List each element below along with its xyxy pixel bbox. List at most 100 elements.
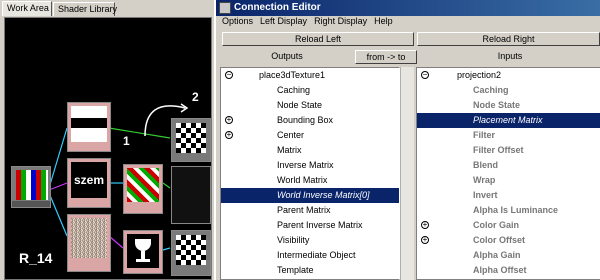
attribute-label: Bounding Box [277,115,334,125]
attribute-row[interactable]: Invert [417,188,600,203]
menu-right-display[interactable]: Right Display [314,16,367,30]
attribute-label: Wrap [473,175,496,185]
attribute-row[interactable]: World Matrix [221,173,399,188]
maya-logo-icon [219,2,231,14]
collapse-icon[interactable]: − [421,71,429,79]
node-name-row[interactable]: − place3dTexture1 [221,68,399,83]
from-to-button[interactable]: from -> to [355,50,417,64]
expand-icon[interactable]: + [225,131,233,139]
expand-icon[interactable]: + [421,236,429,244]
attribute-label: Inverse Matrix [277,160,334,170]
hypershade-panel: Work Area Shader Library szem 1 2 R_14 [0,0,214,280]
collapse-icon[interactable]: − [225,71,233,79]
attribute-row[interactable]: Caching [221,83,399,98]
attribute-label: Center [277,130,305,140]
attribute-label: Filter [473,130,496,140]
attribute-row[interactable]: + Color Gain [417,218,600,233]
attribute-row[interactable]: Wrap [417,173,600,188]
attribute-row[interactable]: Alpha Offset [417,263,600,278]
attribute-row[interactable]: Blend [417,158,600,173]
menu-left-display[interactable]: Left Display [260,16,307,30]
attribute-row[interactable]: Filter [417,128,600,143]
attribute-label: Alpha Is Luminance [473,205,559,215]
outputs-header: Outputs [271,51,303,61]
attribute-label: Caching [473,85,509,95]
menu-help[interactable]: Help [374,16,393,30]
attribute-row[interactable]: Visibility [221,233,399,248]
work-area-canvas[interactable]: szem 1 2 R_14 [4,17,212,280]
attribute-label: World Matrix [277,175,328,185]
attribute-label: Caching [277,85,311,95]
cube-projection-swatch [127,168,159,202]
attribute-row[interactable]: Node State [221,98,399,113]
projection-node[interactable] [123,164,163,214]
menu-bar: Options Left Display Right Display Help [216,16,600,30]
connection-line [48,127,68,189]
connection-line [108,127,171,139]
attribute-row[interactable]: Caching [417,83,600,98]
reload-left-button[interactable]: Reload Left [222,32,414,46]
attribute-label: Color Gain [473,220,520,230]
title-bar: Connection Editor [216,0,600,16]
inputs-list[interactable]: − projection2 Caching Node State Placement M… [416,67,600,280]
attribute-row[interactable]: + Color Offset [417,233,600,248]
node-name-row[interactable]: − projection2 [417,68,600,83]
attribute-label: Alpha Gain [473,250,521,260]
szem-swatch: szem [71,162,107,198]
attribute-label: Alpha Offset [473,265,527,275]
tab-shader-library[interactable]: Shader Library [53,2,117,16]
attribute-label: Intermediate Object [277,250,356,260]
attribute-row[interactable]: Parent Matrix [221,203,399,218]
attribute-label: Color Offset [473,235,526,245]
connection-line [48,192,68,237]
attribute-label: Template [277,265,314,275]
szem-file-node[interactable]: szem [67,158,111,208]
attribute-label: World Inverse Matrix[0] [277,190,370,200]
attribute-row[interactable]: Template [221,263,399,278]
black-bar-node[interactable] [67,102,111,152]
attribute-row[interactable]: Alpha Is Luminance [417,203,600,218]
reload-right-button[interactable]: Reload Right [417,32,600,46]
attribute-label: Visibility [277,235,310,245]
step-number-1: 1 [123,134,130,148]
attribute-label: place3dTexture1 [259,70,326,80]
goblet-swatch [127,234,159,268]
attribute-row[interactable]: World Inverse Matrix[0] [221,188,399,203]
attribute-row[interactable]: Alpha Gain [417,248,600,263]
attribute-row[interactable]: Parent Inverse Matrix [221,218,399,233]
attribute-row[interactable]: Placement Matrix [417,113,600,128]
attribute-row[interactable]: + Bounding Box [221,113,399,128]
attribute-row[interactable]: Node State [417,98,600,113]
ramp-node[interactable] [11,166,51,208]
expand-icon[interactable]: + [225,116,233,124]
attribute-label: Parent Matrix [277,205,331,215]
connection-line [108,235,124,249]
noise-swatch [71,218,107,258]
connection-line [162,247,171,251]
menu-options[interactable]: Options [222,16,253,30]
attribute-row[interactable]: Filter Offset [417,143,600,158]
place3d-node-top[interactable] [171,118,211,162]
connection-line [48,182,68,191]
place3d-node-mid[interactable] [171,166,211,224]
connection-editor-window: Connection Editor Options Left Display R… [214,0,600,280]
hypershade-tabs: Work Area Shader Library [0,0,214,16]
attribute-row[interactable]: + Center [221,128,399,143]
expand-icon[interactable]: + [421,221,429,229]
attribute-label: Filter Offset [473,145,524,155]
outputs-list[interactable]: − place3dTexture1 Caching Node State + Boundi… [220,67,400,280]
place3d-node-bottom[interactable] [171,230,211,276]
outputs-scrollbar[interactable] [400,67,414,280]
checker-cube-swatch [176,235,206,265]
step-number-2: 2 [192,90,199,104]
attribute-label: Matrix [277,145,302,155]
tab-work-area[interactable]: Work Area [2,1,52,16]
attribute-row[interactable]: Matrix [221,143,399,158]
inputs-header: Inputs [497,51,523,61]
attribute-row[interactable]: Inverse Matrix [221,158,399,173]
attribute-row[interactable]: Intermediate Object [221,248,399,263]
noise-node[interactable] [67,214,111,272]
goblet-node[interactable] [123,230,163,274]
rubiks-cube-swatch [16,170,48,200]
connection-line [162,182,171,189]
